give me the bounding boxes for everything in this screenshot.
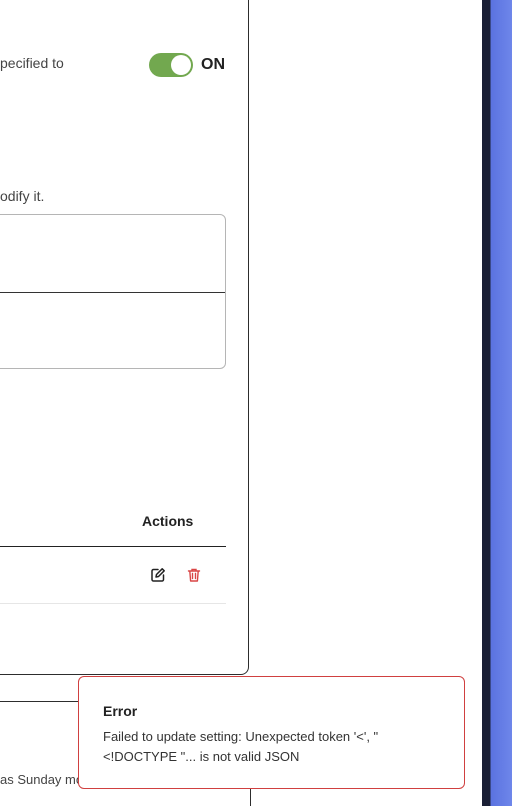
- setting-toggle[interactable]: [149, 53, 193, 77]
- actions-column-header: Actions: [142, 513, 194, 529]
- setting-input-group[interactable]: [0, 214, 226, 369]
- table-row-divider: [0, 603, 226, 604]
- app-canvas: pecified to ON odify it. Actions as Sund…: [0, 0, 512, 806]
- error-toast[interactable]: Error Failed to update setting: Unexpect…: [78, 676, 465, 789]
- side-accent-band: [482, 0, 512, 806]
- toggle-knob: [171, 55, 191, 75]
- table-header-divider: [0, 546, 226, 547]
- lower-panel-edge: [0, 701, 78, 702]
- setting-description: pecified to: [0, 55, 64, 71]
- toggle-state-label: ON: [201, 56, 225, 73]
- modify-hint-text: odify it.: [0, 188, 45, 204]
- schedule-text: as Sunday mo: [0, 772, 84, 787]
- error-toast-title: Error: [103, 703, 138, 719]
- trash-icon[interactable]: [186, 567, 202, 583]
- input-divider: [0, 292, 225, 293]
- edit-icon[interactable]: [150, 567, 166, 583]
- error-toast-message: Failed to update setting: Unexpected tok…: [103, 729, 379, 764]
